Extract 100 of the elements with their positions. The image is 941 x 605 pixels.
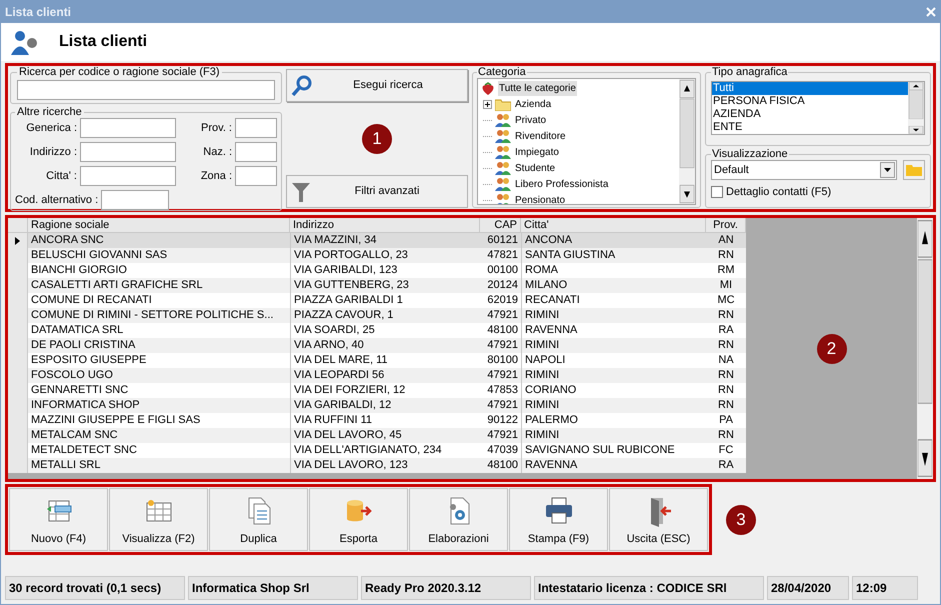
table-row[interactable]: DE PAOLI CRISTINA VIA ARNO, 40 47921 RIMINI RN xyxy=(8,338,746,353)
table-cell-text: COMUNE DI RIMINI - SETTORE POLITICHE S... xyxy=(30,308,274,323)
scrollbar[interactable] xyxy=(679,79,695,204)
group-label: Categoria xyxy=(477,66,527,78)
input-field[interactable] xyxy=(235,118,277,138)
table-cell-text: 48100 xyxy=(486,323,519,338)
group-label: Altre ricerche xyxy=(16,106,83,118)
search-icon xyxy=(291,74,313,96)
table-cell-text: RN xyxy=(717,248,735,263)
input-field[interactable] xyxy=(101,190,170,210)
row-pointer-icon xyxy=(15,236,20,244)
folder-button[interactable] xyxy=(903,160,925,180)
tree-item[interactable]: Impiegato xyxy=(514,144,560,160)
table-cell-text: 62019 xyxy=(486,293,519,308)
tree-item[interactable]: Privato xyxy=(514,112,548,128)
toolbar-button[interactable]: Nuovo (F4) xyxy=(9,488,108,551)
toolbar-button[interactable]: Elaborazioni xyxy=(409,488,508,551)
input-field[interactable] xyxy=(235,166,277,186)
scrollbar[interactable] xyxy=(908,82,924,134)
people-icon xyxy=(495,177,511,191)
table-cell-text: 00100 xyxy=(486,263,519,278)
list-item[interactable]: Tutti xyxy=(712,82,908,95)
table-cell-text: BIANCHI GIORGIO xyxy=(30,263,128,278)
table-cell-text: DE PAOLI CRISTINA xyxy=(30,338,136,353)
tree-item[interactable]: Libero Professionista xyxy=(514,176,610,192)
input-field[interactable] xyxy=(80,142,176,162)
checkbox[interactable] xyxy=(711,186,723,198)
input-field[interactable] xyxy=(17,80,275,100)
toolbar-button[interactable]: Duplica xyxy=(209,488,308,551)
filter-icon xyxy=(291,180,311,202)
table-cell-text: FOSCOLO UGO xyxy=(30,368,114,383)
close-icon[interactable] xyxy=(926,7,936,17)
strawberry-icon xyxy=(481,82,495,96)
table-cell-text: PA xyxy=(718,413,734,428)
status-field: Intestatario licenza : CODICE SRl xyxy=(534,576,764,600)
group-label: Visualizzazione xyxy=(711,148,789,160)
status-field: 28/04/2020 xyxy=(767,576,849,600)
column-header[interactable]: Indirizzo xyxy=(290,218,480,232)
table-cell-text: ESPOSITO GIUSEPPE xyxy=(30,353,148,368)
expand-toggle[interactable] xyxy=(483,100,492,108)
toolbar-button[interactable]: Visualizza (F2) xyxy=(109,488,208,551)
table-row[interactable]: ANCORA SNC VIA MAZZINI, 34 60121 ANCONA AN xyxy=(8,233,746,248)
table-cell-text: COMUNE DI RECANATI xyxy=(30,293,153,308)
checkbox-label: Dettaglio contatti (F5) xyxy=(726,185,832,200)
table-row[interactable]: METALLI SRL VIA DEL LAVORO, 123 48100 RAVENNA RA xyxy=(8,458,746,473)
field-label: Cod. alternativo : xyxy=(15,192,98,208)
table-cell-text: 47921 xyxy=(486,338,519,353)
tree-item[interactable]: Studente xyxy=(514,160,556,176)
table-cell-text: RA xyxy=(717,323,735,338)
input-field[interactable] xyxy=(80,166,176,186)
toolbar-button[interactable]: Stampa (F9) xyxy=(509,488,608,551)
column-header[interactable]: Ragione sociale xyxy=(28,218,290,232)
window-title: Lista clienti xyxy=(5,4,72,21)
table-cell-text: 47039 xyxy=(486,443,519,458)
table-cell-text: 47921 xyxy=(486,428,519,443)
table-cell-text: 47853 xyxy=(486,383,519,398)
table-cell-text: MC xyxy=(716,293,736,308)
toolbar-button[interactable]: Uscita (ESC) xyxy=(609,488,708,551)
table-cell-text: 90122 xyxy=(486,413,519,428)
table-cell-text: 47821 xyxy=(486,248,519,263)
list-item[interactable]: AZIENDA xyxy=(712,108,908,121)
table-cell-text: 80100 xyxy=(486,353,519,368)
number-marker: 3 xyxy=(726,504,756,534)
view-dropdown[interactable]: Default xyxy=(711,160,897,180)
tree-item[interactable]: Rivenditore xyxy=(514,128,567,144)
list-item[interactable]: ENTE xyxy=(712,121,908,134)
table-row[interactable]: METALCAM SNC VIA DEL LAVORO, 45 47921 RIMINI RN xyxy=(8,428,746,443)
table-row[interactable]: CASALETTI ARTI GRAFICHE SRL VIA GUTTENBERG, 23 20124 MILANO MI xyxy=(8,278,746,293)
scrollbar[interactable] xyxy=(917,218,933,479)
column-header[interactable]: CAP xyxy=(480,218,521,232)
people-icon xyxy=(495,193,511,204)
filter-button[interactable]: Filtri avanzati xyxy=(286,175,468,208)
number-marker: 1 xyxy=(362,124,392,154)
tree-item[interactable]: Tutte le categorie xyxy=(498,81,577,96)
table-row[interactable]: INFORMATICA SHOP VIA GARIBALDI, 12 47921 RIMINI RN xyxy=(8,398,746,413)
user-icon xyxy=(9,28,39,56)
column-header[interactable]: Citta' xyxy=(521,218,706,232)
table-cell-text: RN xyxy=(717,368,735,383)
table-cell-text: METALDETECT SNC xyxy=(30,443,138,458)
search-button[interactable]: Esegui ricerca xyxy=(286,69,468,102)
page-title: Lista clienti xyxy=(59,32,148,52)
table-row[interactable]: FOSCOLO UGO VIA LEOPARDI 56 47921 RIMINI RN xyxy=(8,368,746,383)
input-field[interactable] xyxy=(80,118,176,138)
input-field[interactable] xyxy=(235,142,277,162)
table-cell-text: ANCORA SNC xyxy=(30,233,105,248)
tree-item[interactable]: Pensionato xyxy=(514,192,566,204)
caret-icon xyxy=(884,168,891,172)
table-row[interactable]: COMUNE DI RIMINI - SETTORE POLITICHE S... PIAZZA CAVOUR, 1 47921 RIMINI RN xyxy=(8,308,746,323)
table-cell-text: 47921 xyxy=(486,398,519,413)
group-label: Tipo anagrafica xyxy=(711,66,788,78)
column-header[interactable]: Prov. xyxy=(706,218,746,232)
people-icon xyxy=(495,145,511,159)
table-cell-text: FC xyxy=(718,443,734,458)
table-cell-text: RN xyxy=(717,383,735,398)
list-item[interactable]: PERSONA FISICA xyxy=(712,95,908,108)
table-cell-text: 47921 xyxy=(486,308,519,323)
tree-item[interactable]: Azienda xyxy=(514,96,552,112)
toolbar-button[interactable]: Esporta xyxy=(309,488,408,551)
table-row[interactable]: BELUSCHI GIOVANNI SAS VIA PORTOGALLO, 23 47821 SANTA GIUSTINA RN xyxy=(8,248,746,263)
table-cell-text: CASALETTI ARTI GRAFICHE SRL xyxy=(30,278,204,293)
